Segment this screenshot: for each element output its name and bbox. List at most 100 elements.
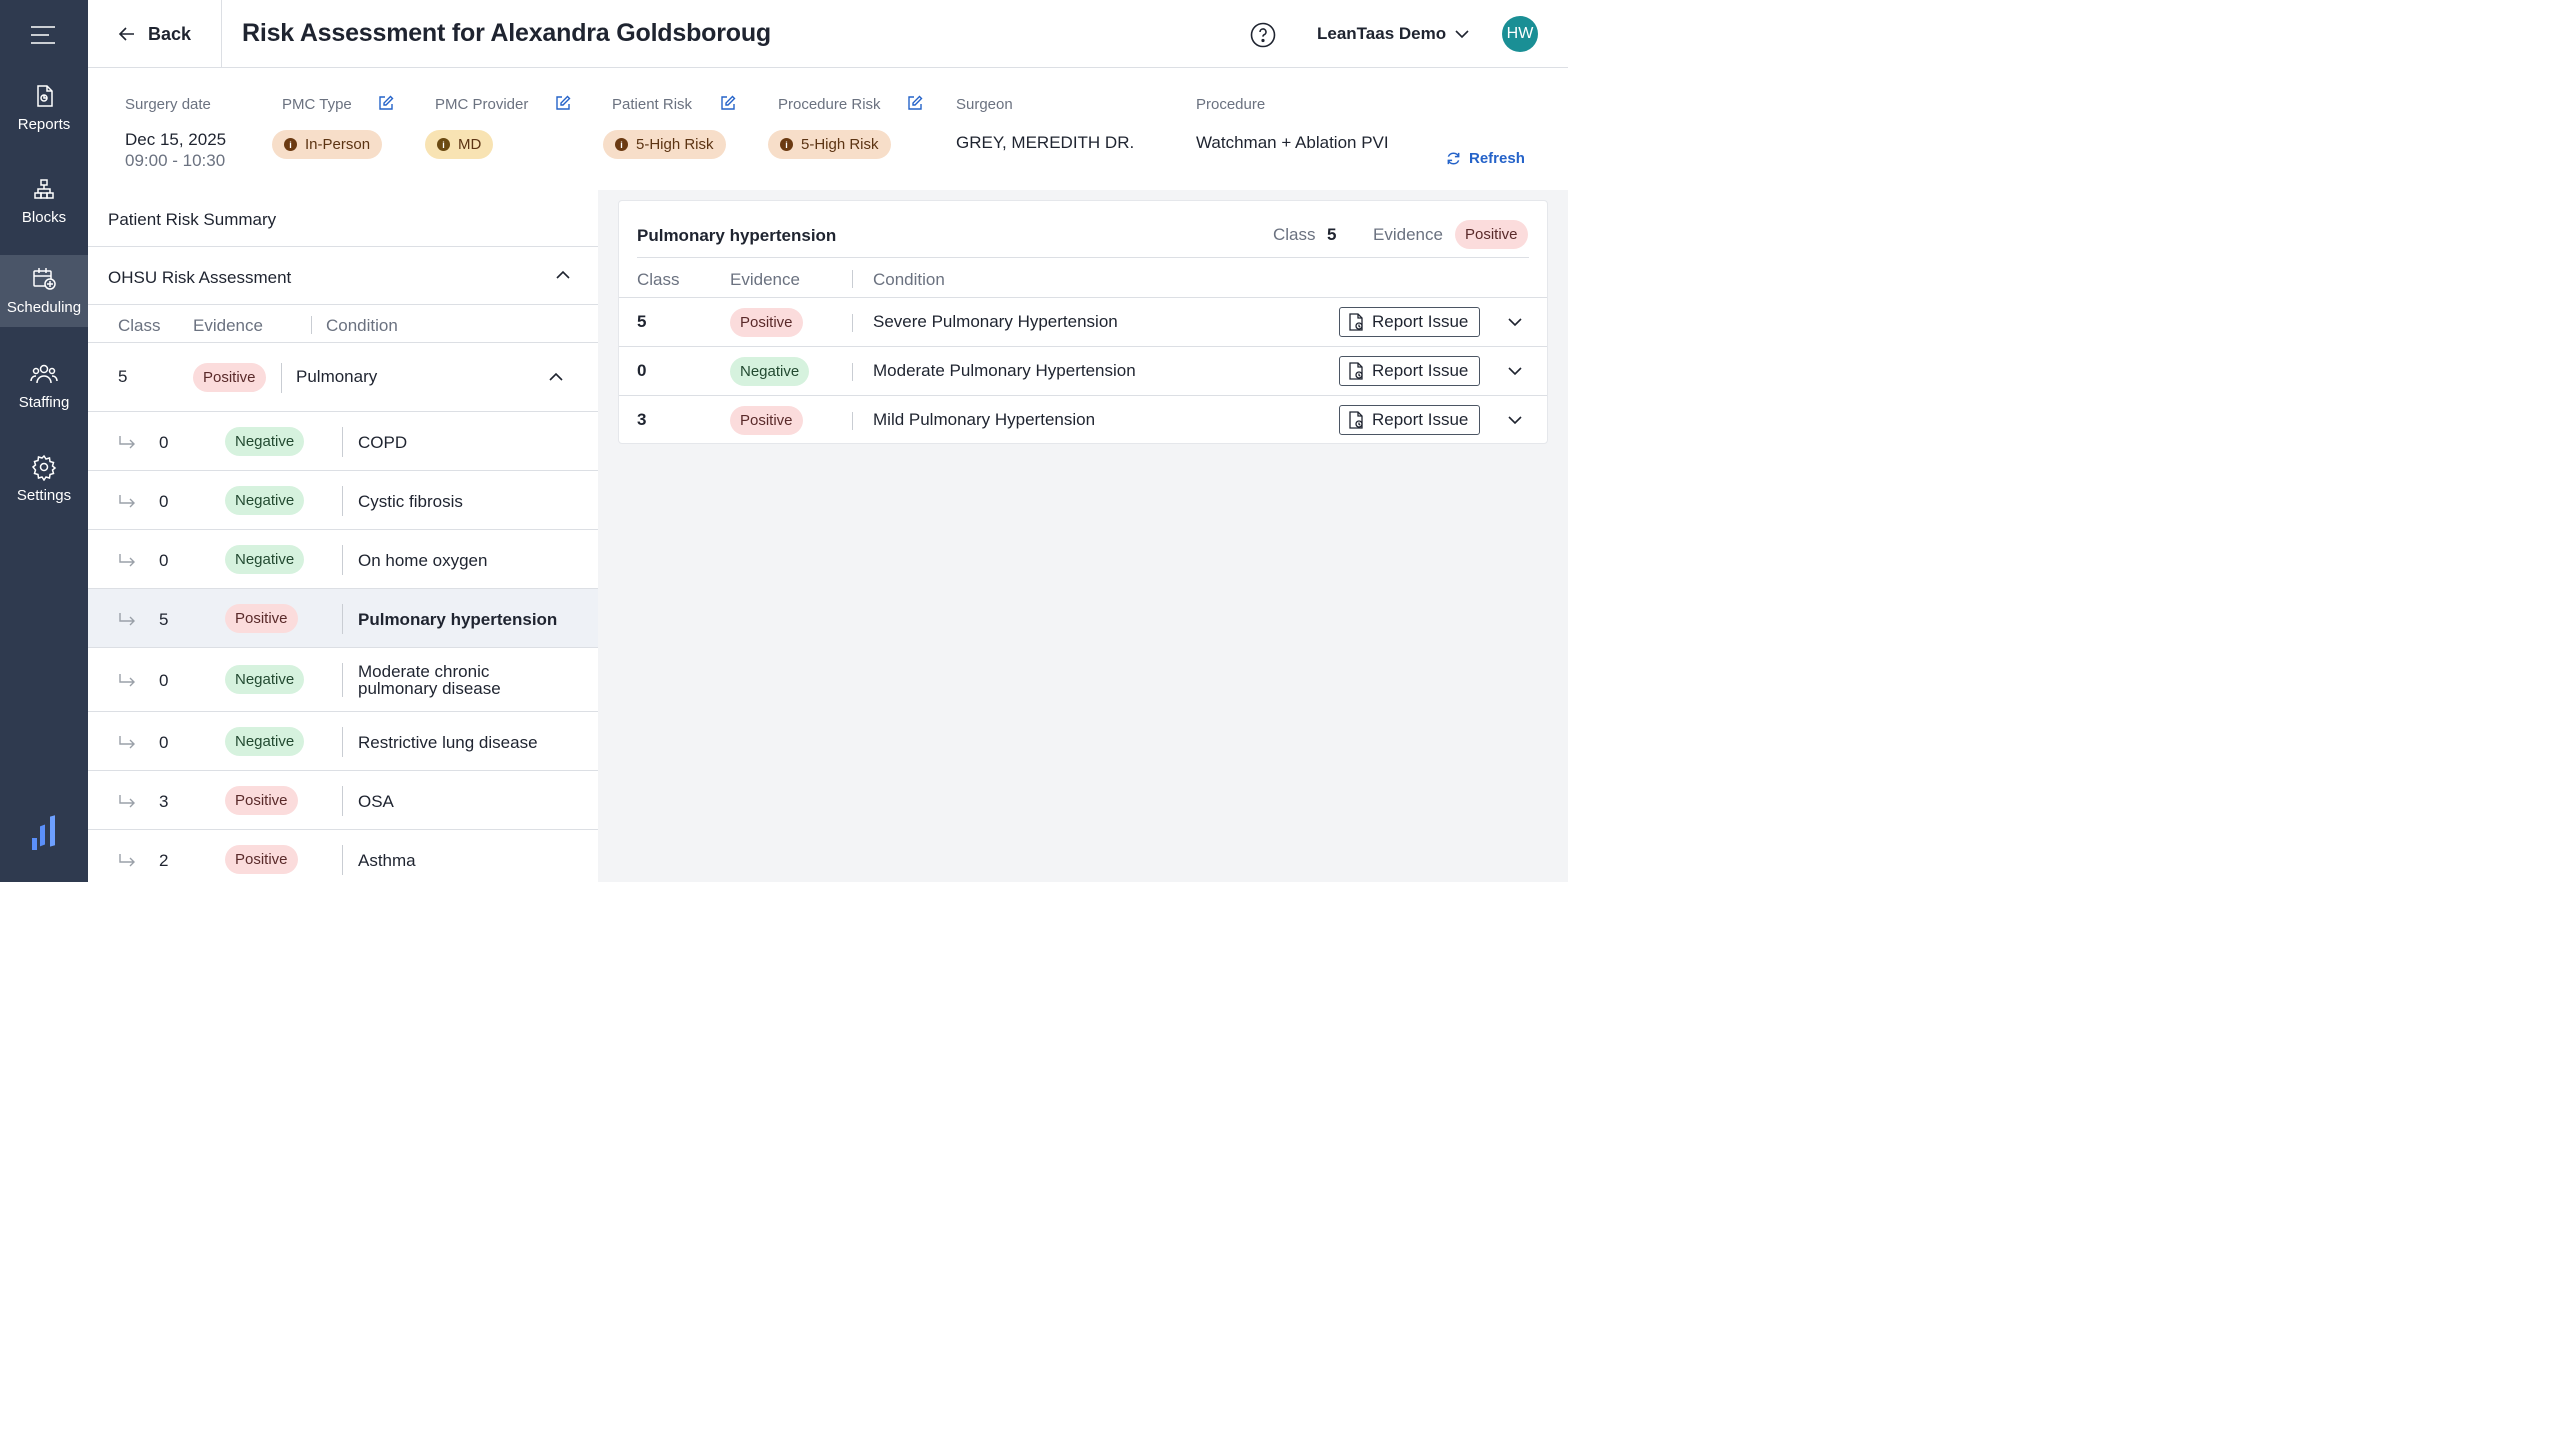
table-row-selected[interactable]: 5 Positive Pulmonary hypertension bbox=[88, 588, 598, 647]
sub-item-arrow-icon bbox=[119, 436, 135, 449]
row-class: 0 bbox=[159, 492, 169, 511]
refresh-button[interactable]: Refresh bbox=[1446, 150, 1525, 167]
row-class: 0 bbox=[159, 433, 169, 452]
header: Back Risk Assessment for Alexandra Golds… bbox=[88, 0, 1568, 68]
column-header-evidence: Evidence bbox=[730, 270, 800, 289]
section-title: OHSU Risk Assessment bbox=[108, 268, 292, 287]
page-title: Risk Assessment for Alexandra Goldsborou… bbox=[242, 19, 771, 47]
table-row[interactable]: 0 Negative Moderate chronic pulmonary di… bbox=[88, 647, 598, 711]
column-divider bbox=[342, 427, 343, 457]
menu-icon[interactable] bbox=[29, 23, 57, 47]
table-row[interactable]: 0 Negative Moderate Pulmonary Hypertensi… bbox=[619, 346, 1547, 395]
sub-item-arrow-icon bbox=[119, 495, 135, 508]
column-divider bbox=[342, 486, 343, 516]
group-row[interactable]: 5 Positive Pulmonary bbox=[88, 342, 598, 411]
patient-risk-badge: i 5-High Risk bbox=[603, 130, 726, 159]
report-issue-button[interactable]: Report Issue bbox=[1339, 405, 1480, 435]
sub-item-arrow-icon bbox=[119, 854, 135, 867]
detail-class-value: 5 bbox=[1327, 225, 1337, 244]
chevron-up-icon[interactable] bbox=[555, 269, 571, 281]
back-button[interactable]: Back bbox=[88, 0, 222, 68]
surgery-time: 09:00 - 10:30 bbox=[125, 151, 226, 170]
report-issue-label: Report Issue bbox=[1372, 312, 1469, 331]
surgeon-label: Surgeon bbox=[956, 96, 1013, 113]
panel-title: Patient Risk Summary bbox=[108, 210, 277, 229]
edit-icon[interactable] bbox=[378, 95, 394, 111]
column-header-class: Class bbox=[118, 316, 161, 335]
info-icon: i bbox=[780, 138, 793, 151]
edit-icon[interactable] bbox=[720, 95, 736, 111]
table-row[interactable]: 3 Positive OSA bbox=[88, 770, 598, 829]
chevron-down-icon[interactable] bbox=[1507, 415, 1523, 426]
row-condition: Moderate chronic pulmonary disease bbox=[358, 662, 501, 698]
evidence-badge: Positive bbox=[225, 604, 298, 633]
divider bbox=[637, 257, 1529, 258]
edit-icon[interactable] bbox=[555, 95, 571, 111]
detail-evidence-label: Evidence bbox=[1373, 225, 1443, 244]
sidebar-item-staffing[interactable]: Staffing bbox=[0, 350, 88, 426]
evidence-badge: Negative bbox=[225, 486, 305, 515]
chevron-down-icon[interactable] bbox=[1507, 366, 1523, 377]
row-class: 3 bbox=[159, 792, 169, 811]
column-divider bbox=[342, 727, 343, 757]
evidence-badge: Negative bbox=[225, 545, 305, 574]
info-icon: i bbox=[615, 138, 628, 151]
report-issue-button[interactable]: Report Issue bbox=[1339, 356, 1480, 386]
avatar[interactable]: HW bbox=[1502, 16, 1538, 52]
chevron-up-icon[interactable] bbox=[548, 371, 564, 383]
info-icon: i bbox=[437, 138, 450, 151]
edit-icon[interactable] bbox=[907, 95, 923, 111]
section-header[interactable]: OHSU Risk Assessment bbox=[88, 246, 598, 305]
risk-summary-panel: Patient Risk Summary OHSU Risk Assessmen… bbox=[88, 190, 598, 882]
column-divider bbox=[852, 270, 853, 288]
procedure-risk-label: Procedure Risk bbox=[778, 96, 881, 113]
column-divider bbox=[852, 363, 853, 381]
table-row[interactable]: 0 Negative Restrictive lung disease bbox=[88, 711, 598, 770]
patient-risk-value: 5-High Risk bbox=[636, 136, 714, 153]
gear-icon bbox=[31, 454, 57, 481]
detail-class-label: Class bbox=[1273, 225, 1316, 244]
report-file-icon bbox=[1349, 411, 1363, 429]
table-row[interactable]: 5 Positive Severe Pulmonary Hypertension… bbox=[619, 297, 1547, 346]
chevron-down-icon[interactable] bbox=[1507, 317, 1523, 328]
row-class: 0 bbox=[637, 361, 647, 380]
table-row[interactable]: 3 Positive Mild Pulmonary Hypertension R… bbox=[619, 395, 1547, 444]
table-row[interactable]: 0 Negative Cystic fibrosis bbox=[88, 470, 598, 529]
sidebar-item-settings[interactable]: Settings bbox=[0, 443, 88, 519]
report-icon bbox=[37, 85, 53, 107]
chevron-down-icon[interactable] bbox=[1454, 28, 1470, 40]
surgery-date: Dec 15, 2025 bbox=[125, 130, 227, 149]
report-issue-label: Report Issue bbox=[1372, 410, 1469, 429]
sidebar: Reports Blocks Scheduling Staffing Setti… bbox=[0, 0, 88, 882]
sub-item-arrow-icon bbox=[119, 795, 135, 808]
sub-item-arrow-icon bbox=[119, 554, 135, 567]
column-divider bbox=[852, 314, 853, 332]
column-header-condition: Condition bbox=[326, 316, 398, 335]
arrow-left-icon bbox=[118, 27, 134, 41]
sidebar-item-scheduling[interactable]: Scheduling bbox=[0, 255, 88, 327]
row-class: 0 bbox=[159, 671, 169, 690]
detail-card: Pulmonary hypertension Class 5 Evidence … bbox=[618, 200, 1548, 444]
row-condition: Severe Pulmonary Hypertension bbox=[873, 312, 1118, 331]
table-row[interactable]: 0 Negative On home oxygen bbox=[88, 529, 598, 588]
column-divider bbox=[342, 663, 343, 697]
pmc-provider-value: MD bbox=[458, 136, 482, 153]
column-header-class: Class bbox=[637, 270, 680, 289]
sidebar-item-blocks[interactable]: Blocks bbox=[0, 165, 88, 241]
calendar-add-icon bbox=[33, 268, 56, 290]
table-row[interactable]: 0 Negative COPD bbox=[88, 411, 598, 470]
table-row[interactable]: 2 Positive Asthma bbox=[88, 829, 598, 882]
row-class: 5 bbox=[637, 312, 647, 331]
org-switcher[interactable]: LeanTaas Demo bbox=[1317, 24, 1446, 44]
sidebar-item-reports[interactable]: Reports bbox=[0, 72, 88, 148]
help-icon[interactable] bbox=[1250, 22, 1276, 48]
detail-title: Pulmonary hypertension bbox=[637, 226, 837, 245]
row-condition: Asthma bbox=[358, 851, 416, 870]
column-divider bbox=[342, 845, 343, 875]
procedure-value: Watchman + Ablation PVI bbox=[1196, 133, 1389, 152]
pmc-provider-label: PMC Provider bbox=[435, 96, 529, 113]
procedure-risk-badge: i 5-High Risk bbox=[768, 130, 891, 159]
sub-item-arrow-icon bbox=[119, 674, 135, 687]
report-issue-button[interactable]: Report Issue bbox=[1339, 307, 1480, 337]
blocks-icon bbox=[34, 179, 54, 199]
